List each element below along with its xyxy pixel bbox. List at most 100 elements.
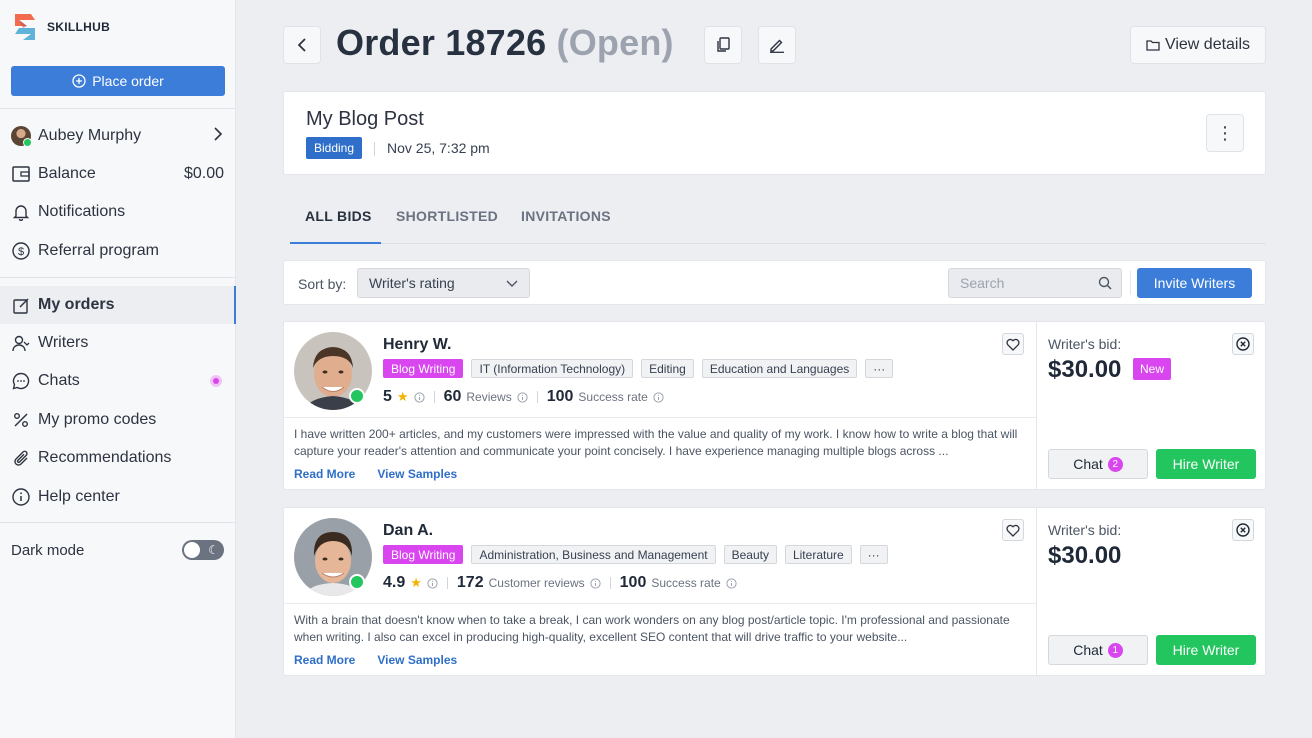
sidebar-item-promo-codes[interactable]: My promo codes [0,401,236,439]
order-status: (Open) [556,22,674,63]
balance-label: Balance [38,165,96,182]
sort-value: Writer's rating [369,275,455,291]
online-indicator [349,574,365,590]
bid-label: Writer's bid: [1048,336,1122,352]
svg-text:$: $ [18,246,24,258]
sidebar-item-notifications[interactable]: Notifications [0,193,236,231]
star-icon: ★ [396,389,409,404]
view-details-label: View details [1164,36,1251,53]
dark-mode-row: Dark mode ☾ [0,531,236,569]
star-icon: ★ [410,575,422,590]
sidebar-item-my-orders[interactable]: My orders [0,286,236,324]
info-icon[interactable] [590,577,601,589]
info-icon[interactable] [517,391,528,403]
invite-writers-button[interactable]: Invite Writers [1137,268,1252,298]
view-details-button[interactable]: View details [1130,26,1266,64]
writers-label: Writers [38,334,89,351]
skill-tags: Blog Writing IT (Information Technology)… [383,359,894,378]
sidebar-item-help-center[interactable]: Help center [0,478,236,516]
order-summary-card: My Blog Post Bidding Nov 25, 7:32 pm ⋮ [283,91,1266,175]
close-circle-icon [1236,523,1250,537]
skill-tag: Beauty [723,545,777,564]
sidebar-item-chats[interactable]: Chats [0,362,236,400]
dismiss-bid-button[interactable] [1232,333,1254,355]
sidebar-item-profile[interactable]: Aubey Murphy [0,117,236,155]
shortlist-heart-button[interactable] [1002,519,1024,541]
info-icon[interactable] [413,391,425,403]
edit-button[interactable] [758,26,796,64]
more-options-button[interactable]: ⋮ [1206,114,1244,152]
rating-value: 4.9 [383,574,406,591]
copy-button[interactable] [704,26,742,64]
success-rate-value: 100 [546,388,574,405]
shortlist-heart-button[interactable] [1002,333,1024,355]
skill-tags: Blog Writing Administration, Business an… [383,545,888,564]
view-samples-link[interactable]: View Samples [377,467,457,481]
chat-button[interactable]: Chat 2 [1048,449,1148,479]
close-circle-icon [1236,337,1250,351]
more-tags-button[interactable]: ··· [865,359,894,378]
divider [1130,271,1131,295]
hire-writer-button[interactable]: Hire Writer [1156,635,1256,665]
chevron-left-icon [297,38,306,52]
writer-bio: I have written 200+ articles, and my cus… [294,427,1018,458]
order-name: My Blog Post [306,108,424,130]
chevron-right-icon [212,126,224,147]
percent-icon [11,410,31,430]
view-samples-link[interactable]: View Samples [377,653,457,667]
chat-button[interactable]: Chat 1 [1048,635,1148,665]
writer-bio: With a brain that doesn't know when to t… [294,613,1010,644]
heart-icon [1006,524,1020,537]
bell-icon [11,202,31,222]
skill-tag: Blog Writing [383,545,464,564]
read-more-link[interactable]: Read More [294,467,355,481]
sidebar-item-balance[interactable]: Balance $0.00 [0,155,236,193]
place-order-button[interactable]: Place order [11,66,225,96]
referral-label: Referral program [38,242,159,259]
plus-circle-icon [72,74,86,88]
writer-name[interactable]: Dan A. [383,522,433,540]
writer-name[interactable]: Henry W. [383,336,451,354]
paperclip-icon [11,448,31,468]
search-icon [1098,276,1112,290]
more-tags-button[interactable]: ··· [859,545,888,564]
writer-stats: 5 ★ 60 Reviews 100 Success rate [383,388,664,406]
skill-tag: Blog Writing [383,359,464,378]
sidebar-item-recommendations[interactable]: Recommendations [0,439,236,477]
skill-tag: IT (Information Technology) [471,359,634,378]
info-icon[interactable] [653,391,664,403]
hire-writer-button[interactable]: Hire Writer [1156,449,1256,479]
heart-icon [1006,338,1020,351]
success-rate-label: Success rate [651,576,721,590]
divider [609,577,611,589]
read-more-link[interactable]: Read More [294,653,355,667]
dark-mode-toggle[interactable]: ☾ [182,540,224,560]
my-orders-label: My orders [38,296,115,313]
search-field[interactable] [948,268,1122,298]
search-input[interactable] [949,269,1089,297]
success-rate-label: Success rate [578,390,648,404]
sidebar-item-referral[interactable]: $ Referral program [0,232,236,270]
tab-shortlisted[interactable]: SHORTLISTED [396,208,498,224]
tab-all-bids[interactable]: ALL BIDS [305,208,372,224]
dismiss-bid-button[interactable] [1232,519,1254,541]
unread-count-badge: 2 [1107,456,1123,472]
tab-invitations[interactable]: INVITATIONS [521,208,611,224]
chat-label: Chat [1073,642,1103,658]
pencil-icon [770,39,784,53]
info-icon[interactable] [726,577,737,589]
sidebar-item-writers[interactable]: Writers [0,324,236,362]
divider [433,391,435,403]
sidebar-divider [0,108,236,109]
users-icon [11,333,31,353]
sort-select[interactable]: Writer's rating [357,268,530,298]
bid-card: Henry W. Blog Writing IT (Information Te… [283,321,1266,490]
vertical-dots-icon: ⋮ [1216,122,1234,143]
skill-tag: Editing [641,359,694,378]
avatar [11,126,32,147]
back-button[interactable] [283,26,321,64]
brand-logo[interactable]: SKILLHUB [11,12,110,42]
sort-label: Sort by: [298,276,347,292]
info-icon[interactable] [427,577,438,589]
bid-amount: $30.00 [1048,542,1122,569]
